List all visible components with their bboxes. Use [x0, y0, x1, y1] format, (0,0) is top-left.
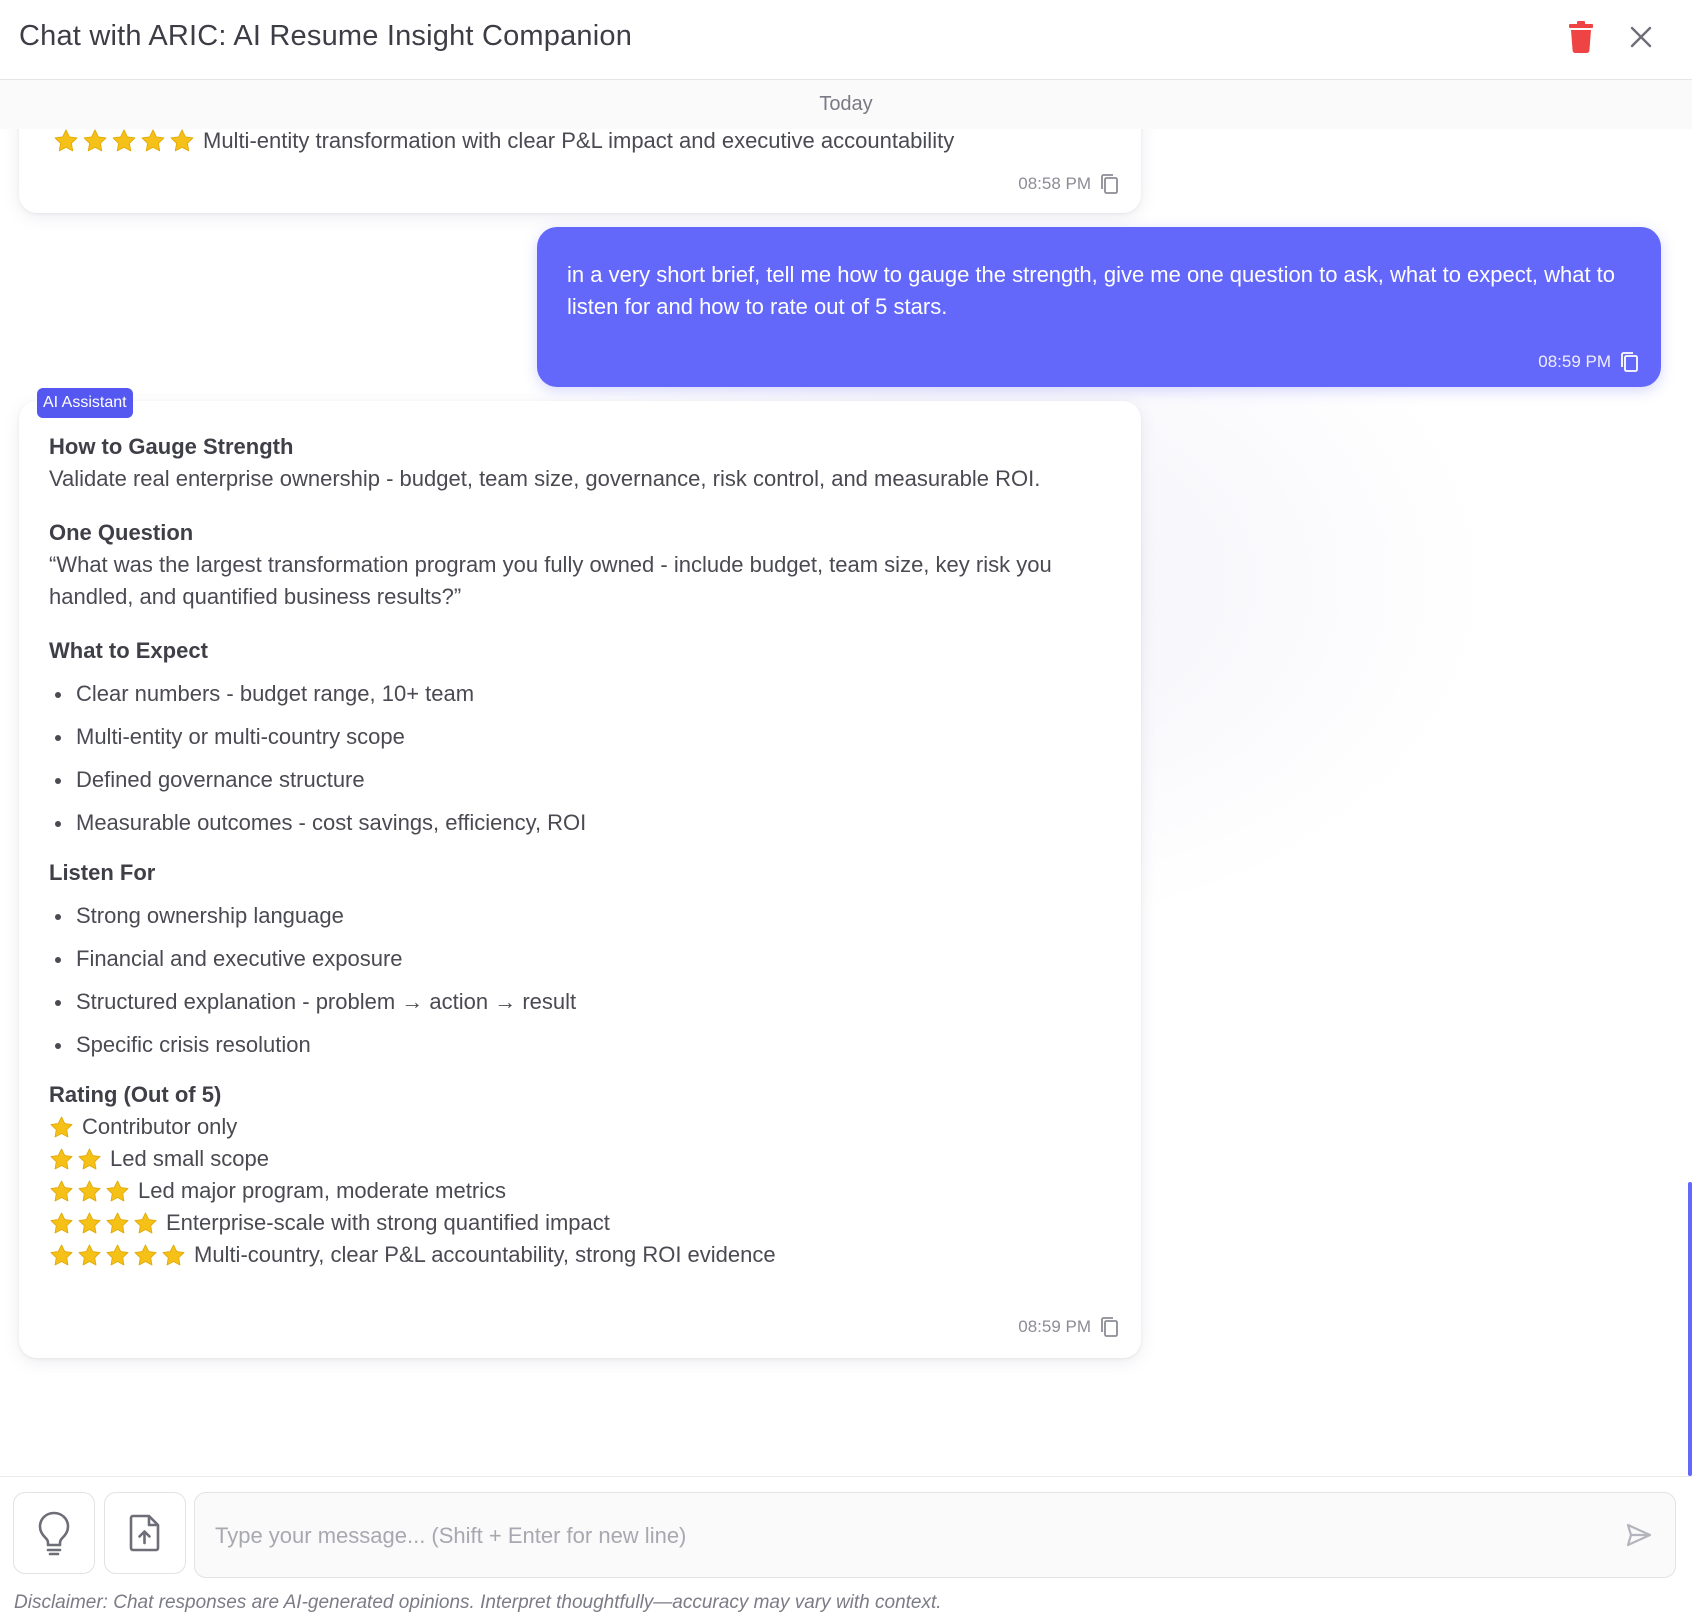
message-time: 08:59 PM	[1018, 1317, 1091, 1336]
lightbulb-button[interactable]	[13, 1492, 95, 1574]
list-item: Clear numbers - budget range, 10+ team	[49, 678, 1111, 710]
rating-text: Led small scope	[110, 1146, 269, 1171]
star-icon	[77, 1179, 102, 1204]
rating-row: Multi-country, clear P&L accountability,…	[49, 1239, 1111, 1271]
close-icon[interactable]	[1624, 20, 1658, 54]
message-input-box[interactable]	[194, 1492, 1676, 1579]
date-separator: Today	[0, 80, 1692, 129]
star-icon	[105, 1179, 130, 1204]
star-icon	[105, 1243, 130, 1268]
star-icon	[161, 1243, 186, 1268]
list-item: Defined governance structure	[49, 764, 1111, 796]
star-icon	[49, 1179, 74, 1204]
composer: Disclaimer: Chat responses are AI-genera…	[0, 1476, 1692, 1624]
star-icon	[133, 1243, 158, 1268]
star-icons	[49, 1211, 158, 1236]
chat-header: Chat with ARIC: AI Resume Insight Compan…	[0, 0, 1692, 80]
chat-messages[interactable]: Multi-entity transformation with clear P…	[0, 80, 1692, 1476]
message-time: 08:58 PM	[1018, 174, 1091, 193]
section-text: Validate real enterprise ownership - bud…	[49, 466, 1041, 491]
star-icon	[82, 128, 108, 154]
star-icon	[140, 128, 166, 154]
star-icon	[49, 1147, 74, 1172]
star-icon	[105, 1211, 130, 1236]
disclaimer: Disclaimer: Chat responses are AI-genera…	[14, 1592, 942, 1613]
rating-row: Led small scope	[49, 1143, 1111, 1175]
chat-title: Chat with ARIC: AI Resume Insight Compan…	[19, 20, 633, 52]
send-icon[interactable]	[1625, 1521, 1653, 1549]
list-item: Strong ownership language	[49, 900, 1111, 932]
rating-text: Multi-entity transformation with clear P…	[203, 128, 955, 153]
rating-scale: Contributor only Led small scope Led major…	[49, 1111, 1111, 1271]
trash-icon[interactable]	[1566, 20, 1596, 54]
rating-text: Contributor only	[82, 1114, 238, 1139]
star-icons	[49, 1147, 102, 1172]
message-time: 08:59 PM	[1538, 352, 1611, 371]
star-icon	[49, 1211, 74, 1236]
message-meta: 08:59 PM	[1018, 1316, 1119, 1338]
rating-row: Led major program, moderate metrics	[49, 1175, 1111, 1207]
user-message-text: in a very short brief, tell me how to ga…	[567, 262, 1616, 319]
star-icon	[77, 1147, 102, 1172]
section-heading: What to Expect	[49, 638, 208, 663]
list-item: Multi-entity or multi-country scope	[49, 721, 1111, 753]
star-icon	[49, 1243, 74, 1268]
section-heading: How to Gauge Strength	[49, 434, 294, 459]
listen-list: Strong ownership language Financial and …	[49, 900, 1111, 1061]
section-heading: Rating (Out of 5)	[49, 1082, 222, 1107]
message-meta: 08:59 PM	[1538, 351, 1639, 373]
list-item: Structured explanation - problem → actio…	[49, 986, 1111, 1018]
star-icon	[77, 1243, 102, 1268]
rating-row: Contributor only	[49, 1111, 1111, 1143]
message-input[interactable]	[213, 1493, 1597, 1579]
rating-row: Enterprise-scale with strong quantified …	[49, 1207, 1111, 1239]
ai-assistant-badge: AI Assistant	[37, 388, 133, 418]
message-meta: 08:58 PM	[1018, 173, 1119, 195]
scrollbar-thumb[interactable]	[1688, 1182, 1692, 1476]
star-icon	[53, 128, 79, 154]
rating-text: Enterprise-scale with strong quantified …	[166, 1210, 610, 1235]
expect-list: Clear numbers - budget range, 10+ team M…	[49, 678, 1111, 839]
lightbulb-icon	[38, 1511, 70, 1556]
star-icons	[49, 1115, 74, 1140]
rating-text: Multi-country, clear P&L accountability,…	[194, 1242, 776, 1267]
star-icon	[111, 128, 137, 154]
file-upload-button[interactable]	[104, 1492, 186, 1574]
section-heading: Listen For	[49, 860, 156, 885]
copy-icon[interactable]	[1099, 1316, 1119, 1338]
copy-icon[interactable]	[1619, 351, 1639, 373]
section-text: “What was the largest transformation pro…	[49, 552, 1052, 609]
copy-icon[interactable]	[1099, 173, 1119, 195]
list-item: Specific crisis resolution	[49, 1029, 1111, 1061]
rating-text: Led major program, moderate metrics	[138, 1178, 507, 1203]
star-icon	[169, 128, 195, 154]
star-icons	[49, 1243, 186, 1268]
star-icon	[49, 1115, 74, 1140]
section-heading: One Question	[49, 520, 194, 545]
star-icons	[49, 1179, 130, 1204]
date-label: Today	[819, 93, 873, 115]
file-upload-icon	[129, 1514, 160, 1552]
list-item: Measurable outcomes - cost savings, effi…	[49, 807, 1111, 839]
five-star-icons	[53, 128, 195, 154]
star-icon	[133, 1211, 158, 1236]
rating-line: Multi-entity transformation with clear P…	[53, 128, 954, 154]
list-item: Financial and executive exposure	[49, 943, 1111, 975]
user-message: in a very short brief, tell me how to ga…	[537, 227, 1661, 387]
star-icon	[77, 1211, 102, 1236]
assistant-message: How to Gauge Strength Validate real ente…	[19, 401, 1141, 1358]
assistant-message-content: How to Gauge Strength Validate real ente…	[49, 431, 1111, 1271]
